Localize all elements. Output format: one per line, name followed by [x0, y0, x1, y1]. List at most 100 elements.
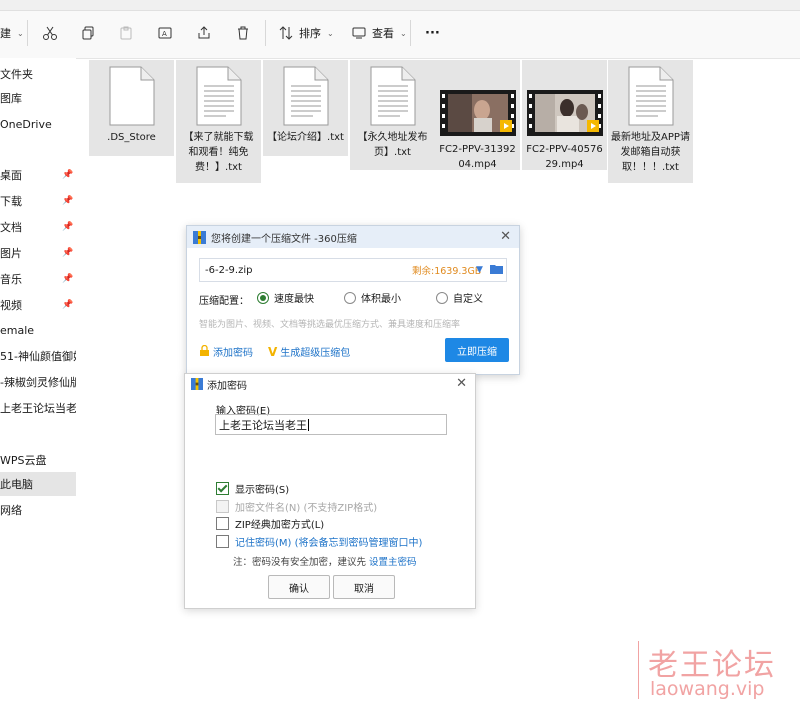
show-password-checkbox[interactable]: 显示密码(S) [216, 481, 289, 496]
file-name: FC2-PPV-4057629.mp4 [526, 144, 603, 170]
sidebar-item-wps-cloud[interactable]: WPS云盘 [0, 448, 76, 472]
close-icon[interactable]: ✕ [500, 229, 511, 244]
file-item[interactable]: 【来了就能下载和观看！纯免费！】.txt [176, 60, 261, 183]
sidebar-item-folder-lajiao[interactable]: -辣椒剑灵修仙版 [0, 370, 76, 394]
dropdown-arrow-icon[interactable]: ▼ [476, 265, 483, 275]
close-icon[interactable]: ✕ [456, 376, 467, 391]
sidebar-item-videos[interactable]: 视频 📌 [0, 293, 76, 317]
checkbox-unchecked [216, 517, 229, 530]
video-thumbnail [439, 90, 516, 136]
file-item[interactable]: 最新地址及APP请发邮箱自动获取！！！.txt [608, 60, 693, 183]
watermark-text-en: laowang.vip [650, 678, 765, 700]
option-small[interactable]: 体积最小 [344, 290, 401, 305]
sidebar-item-documents[interactable]: 文档 📌 [0, 215, 76, 239]
checkbox-disabled [216, 500, 229, 513]
sidebar-item-folder[interactable]: 文件夹 [0, 62, 76, 86]
watermark-divider [638, 641, 639, 699]
super-pack-link[interactable]: V 生成超级压缩包 [268, 344, 351, 360]
compress-dialog-title: 您将创建一个压缩文件 -360压缩 [211, 233, 357, 245]
sidebar-item-this-pc[interactable]: 此电脑 [0, 472, 76, 496]
password-dialog-title: 添加密码 [207, 380, 247, 392]
remember-password-checkbox[interactable]: 记住密码(M) (将会备忘到密码管理窗口中) [216, 534, 422, 549]
sidebar-item-label: 此电脑 [0, 478, 33, 491]
radio-selected [257, 291, 269, 304]
navigation-pane: 文件夹 图库 OneDrive 桌面 📌 下载 📌 文档 📌 图片 📌 音乐 📌 视频 📌 … [0, 58, 76, 709]
radio-unselected [344, 291, 356, 304]
show-password-label: 显示密码(S) [235, 485, 290, 496]
explorer-toolbar: 建 ⌄ A 排序 ⌄ 查看 ⌄ ··· [0, 0, 800, 59]
sidebar-item-gallery[interactable]: 图库 [0, 86, 76, 110]
sidebar-item-label: WPS云盘 [0, 454, 47, 467]
super-pack-label: 生成超级压缩包 [280, 348, 351, 359]
rename-button[interactable]: A [156, 22, 174, 44]
video-thumbnail [526, 90, 603, 136]
zip-classic-checkbox[interactable]: ZIP经典加密方式(L) [216, 516, 324, 531]
cancel-button[interactable]: 取消 [333, 575, 395, 599]
rename-icon: A [156, 24, 174, 42]
file-name: 【永久地址发布页】.txt [357, 132, 428, 158]
sidebar-item-pictures[interactable]: 图片 📌 [0, 241, 76, 265]
more-options-button[interactable]: ··· [425, 22, 440, 44]
sidebar-item-folder-51[interactable]: 51-神仙颜值御姐 [0, 344, 76, 368]
pin-icon: 📌 [62, 248, 74, 258]
sidebar-item-label: 51-神仙颜值御姐 [0, 350, 76, 363]
file-item[interactable]: FC2-PPV-3139204.mp4 [435, 60, 520, 170]
sidebar-item-label: -辣椒剑灵修仙版 [0, 376, 76, 389]
new-button-label: 建 [0, 27, 11, 40]
sort-button[interactable]: 排序 ⌄ [277, 22, 334, 44]
folder-browse-icon[interactable] [490, 262, 503, 278]
archive-path-field[interactable]: -6-2-9.zip 剩余:1639.3GB ▼ [199, 258, 507, 282]
sidebar-item-emale[interactable]: emale [0, 318, 76, 342]
ok-button[interactable]: 确认 [268, 575, 330, 599]
copy-button[interactable] [79, 22, 97, 44]
compress-dialog-titlebar[interactable]: 您将创建一个压缩文件 -360压缩 ✕ [187, 226, 519, 248]
more-icon: ··· [425, 25, 440, 41]
view-label: 查看 [372, 27, 394, 40]
sidebar-item-label: 桌面 [0, 169, 22, 182]
option-custom[interactable]: 自定义 [436, 290, 483, 305]
blank-file-icon [109, 66, 155, 126]
paste-button[interactable] [117, 22, 135, 44]
share-button[interactable] [195, 22, 213, 44]
v-badge-icon: V [268, 344, 278, 359]
share-icon [195, 24, 213, 42]
pin-icon: 📌 [62, 222, 74, 232]
encrypt-filename-label: 加密文件名(N) (不支持ZIP格式) [235, 503, 378, 514]
password-dialog-titlebar[interactable]: 添加密码 ✕ [185, 374, 475, 394]
sidebar-item-music[interactable]: 音乐 📌 [0, 267, 76, 291]
sidebar-item-onedrive[interactable]: OneDrive [0, 112, 76, 136]
checkbox-checked [216, 482, 229, 495]
lock-icon [199, 344, 210, 359]
encrypt-filename-checkbox[interactable]: 加密文件名(N) (不支持ZIP格式) [216, 499, 377, 514]
compress-hint: 智能为图片、视频、文档等挑选最优压缩方式、兼具速度和压缩率 [199, 320, 461, 330]
new-button[interactable]: 建 ⌄ [0, 22, 24, 44]
view-button[interactable]: 查看 ⌄ [350, 22, 407, 44]
password-input[interactable]: 上老王论坛当老王 [215, 414, 447, 435]
option-fast[interactable]: 速度最快 [257, 290, 314, 305]
file-item[interactable]: 【永久地址发布页】.txt [350, 60, 435, 170]
archive-filename: -6-2-9.zip [205, 264, 253, 276]
checkbox-unchecked [216, 535, 229, 548]
sidebar-item-desktop[interactable]: 桌面 📌 [0, 163, 76, 187]
delete-button[interactable] [234, 22, 252, 44]
zip-classic-label: ZIP经典加密方式(L) [235, 520, 325, 531]
sidebar-item-label: 视频 [0, 299, 22, 312]
sidebar-item-network[interactable]: 网络 [0, 498, 76, 522]
sidebar-item-folder-laowang[interactable]: 上老王论坛当老王 [0, 396, 76, 420]
sidebar-item-label: 文件夹 [0, 68, 33, 81]
archive-icon [191, 378, 203, 390]
compress-now-button[interactable]: 立即压缩 [445, 338, 509, 362]
file-name: .DS_Store [107, 132, 156, 143]
file-item[interactable]: FC2-PPV-4057629.mp4 [522, 60, 607, 170]
set-master-password-link[interactable]: 设置主密码 [369, 557, 417, 568]
add-password-link[interactable]: 添加密码 [199, 344, 253, 359]
toolbar-divider [410, 20, 411, 46]
password-value: 上老王论坛当老王 [219, 418, 307, 432]
file-item[interactable]: 【论坛介绍】.txt [263, 60, 348, 156]
free-space-label: 剩余:1639.3GB [412, 266, 482, 277]
cut-button[interactable] [41, 22, 59, 44]
sidebar-item-downloads[interactable]: 下载 📌 [0, 189, 76, 213]
archive-icon [193, 230, 206, 244]
file-item[interactable]: .DS_Store [89, 60, 174, 156]
text-caret [308, 418, 309, 431]
